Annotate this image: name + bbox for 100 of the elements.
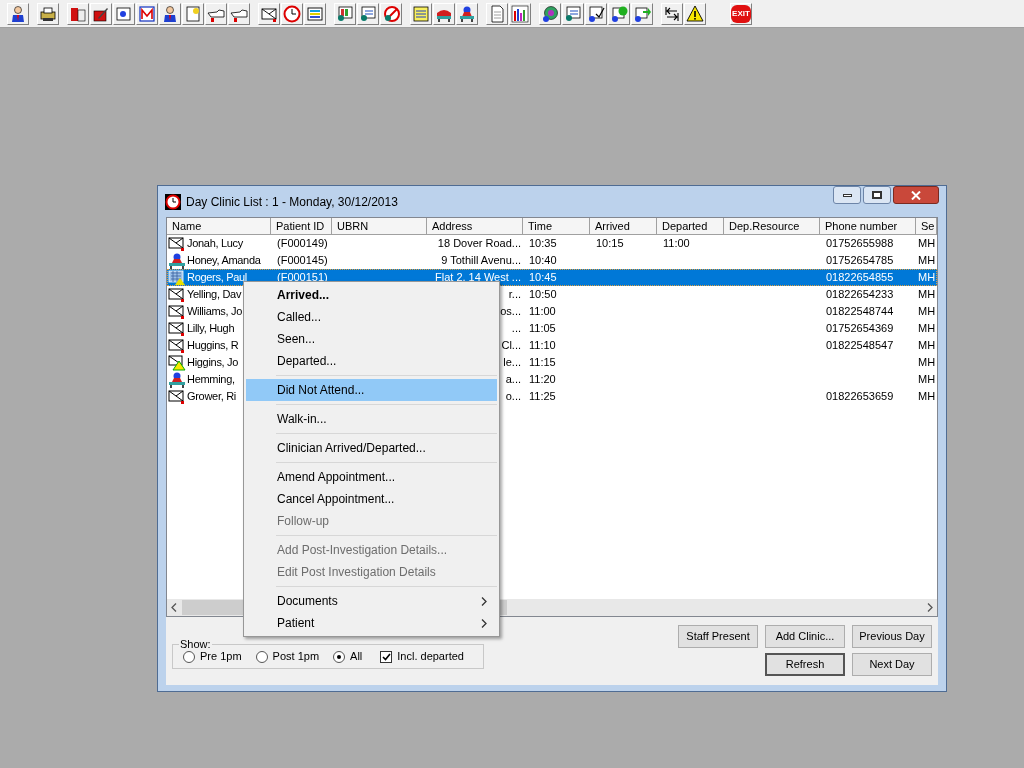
form-icon xyxy=(610,4,628,23)
table-cell-text: 01822654855 xyxy=(826,270,894,286)
table-cell-text: (F000149) xyxy=(277,236,328,252)
toolbar-button[interactable] xyxy=(539,2,561,25)
table-cell-text: Honey, Amanda xyxy=(187,253,261,269)
clock-icon xyxy=(283,4,301,23)
column-header[interactable]: Phone number xyxy=(820,218,916,235)
dialog-button[interactable]: Staff Present xyxy=(678,625,758,648)
table-cell-text: o... xyxy=(505,389,521,405)
person-icon xyxy=(9,4,27,23)
table-cell-text: Grower, Ri xyxy=(187,389,236,405)
maximize-button[interactable] xyxy=(863,186,891,204)
dialog-button[interactable]: Add Clinic... xyxy=(765,625,845,648)
menu-item[interactable]: Documents xyxy=(246,590,497,612)
globe-icon xyxy=(541,4,559,23)
toolbar-button[interactable] xyxy=(37,2,59,25)
radio-button[interactable] xyxy=(255,650,268,663)
column-header[interactable]: Patient ID xyxy=(271,218,332,235)
minimize-button[interactable] xyxy=(833,186,861,204)
table-cell-text: Williams, Jo xyxy=(187,304,243,320)
table-cell-text: Flat 2, 14 West ... xyxy=(435,270,521,286)
person-form-icon xyxy=(359,4,377,23)
table-cell-text: MH xyxy=(918,389,936,405)
table-cell-text: MH xyxy=(918,253,936,269)
radio-button[interactable] xyxy=(333,650,346,663)
column-header[interactable]: Address xyxy=(427,218,523,235)
column-header[interactable]: Dep.Resource xyxy=(724,218,820,235)
table-cell-text: (F000151) xyxy=(277,270,328,286)
toolbar-button[interactable] xyxy=(67,2,89,25)
toolbar-button[interactable] xyxy=(608,2,630,25)
menu-item[interactable]: Amend Appointment... xyxy=(246,466,497,488)
form-check-icon xyxy=(587,4,605,23)
table-cell-text: 11:25 xyxy=(529,389,556,405)
exit-button[interactable]: EXIT xyxy=(730,2,752,25)
menu-item[interactable]: Departed... xyxy=(246,350,497,372)
table-cell-text: (F000145) xyxy=(277,253,328,269)
person-screen-icon xyxy=(336,4,354,23)
column-header[interactable]: Time xyxy=(523,218,590,235)
table-cell-text: 11:20 xyxy=(529,372,556,388)
menu-item[interactable]: Walk-in... xyxy=(246,408,497,430)
table-cell-text: MH xyxy=(918,321,936,337)
column-header[interactable]: UBRN xyxy=(332,218,427,235)
toolbar-button[interactable] xyxy=(585,2,607,25)
table-cell-text: 11:15 xyxy=(529,355,556,371)
table-cell-text: 01822653659 xyxy=(826,389,894,405)
column-header[interactable]: Arrived xyxy=(590,218,657,235)
toolbar-button[interactable] xyxy=(684,2,706,25)
table-cell-text: Higgins, Jo xyxy=(187,355,239,371)
toolbar-button[interactable] xyxy=(258,2,280,25)
column-header[interactable]: Se xyxy=(916,218,937,235)
menu-item[interactable]: Arrived... xyxy=(246,284,497,306)
dialog-button[interactable]: Next Day xyxy=(852,653,932,676)
toolbar-button[interactable] xyxy=(509,2,531,25)
table-cell-text: Jonah, Lucy xyxy=(187,236,244,252)
form-arrow-icon xyxy=(633,4,651,23)
menu-item[interactable]: Did Not Attend... xyxy=(246,379,497,401)
table-cell-text: 9 Tothill Avenu... xyxy=(441,253,521,269)
table-cell-text: 18 Dover Road... xyxy=(437,236,521,252)
screen-icon xyxy=(306,4,324,23)
table-cell-text: MH xyxy=(918,355,936,371)
dialog-button[interactable]: Refresh xyxy=(765,653,845,676)
table-cell-text: MH xyxy=(918,287,936,303)
menu-item[interactable]: Called... xyxy=(246,306,497,328)
close-button[interactable] xyxy=(893,186,939,204)
table-cell-text: MH xyxy=(918,304,936,320)
table-cell-text: 11:10 xyxy=(529,338,556,354)
menu-item[interactable]: Clinician Arrived/Departed... xyxy=(246,437,497,459)
menu-item[interactable]: Cancel Appointment... xyxy=(246,488,497,510)
bed-icon xyxy=(168,252,186,269)
table-cell-text: 01752654785 xyxy=(826,253,894,269)
document-icon xyxy=(488,4,506,23)
table-cell-text: 10:50 xyxy=(529,287,557,303)
menu-item[interactable]: Patient xyxy=(246,612,497,634)
table-cell-text: MH xyxy=(918,270,936,286)
table-cell-text: 01822654233 xyxy=(826,287,894,303)
table-cell-text: MH xyxy=(918,236,936,252)
bed-icon xyxy=(458,4,476,23)
arrows-icon xyxy=(663,4,681,23)
prohibited-icon xyxy=(382,4,400,23)
toolbar-button[interactable] xyxy=(7,2,29,25)
warning-icon xyxy=(686,4,704,23)
toolbar-button[interactable] xyxy=(661,2,683,25)
radio-label: Post 1pm xyxy=(272,649,320,665)
toolbar-button[interactable] xyxy=(90,2,112,25)
bar-chart-icon xyxy=(511,4,529,23)
table-cell-text: le... xyxy=(503,355,521,371)
scroll-left-icon xyxy=(171,603,177,612)
bed-icon xyxy=(168,371,186,388)
checkbox[interactable] xyxy=(380,650,393,663)
dialog-button[interactable]: Previous Day xyxy=(852,625,932,648)
toolbar-button[interactable] xyxy=(159,2,181,25)
column-header[interactable]: Name xyxy=(167,218,271,235)
menu-item[interactable]: Seen... xyxy=(246,328,497,350)
toolbar-button[interactable] xyxy=(433,2,455,25)
note-icon xyxy=(412,4,430,23)
printer-icon xyxy=(39,4,57,23)
toolbar-button[interactable] xyxy=(304,2,326,25)
toolbar-button[interactable] xyxy=(456,2,478,25)
column-header[interactable]: Departed xyxy=(657,218,724,235)
toolbar-button[interactable] xyxy=(631,2,653,25)
